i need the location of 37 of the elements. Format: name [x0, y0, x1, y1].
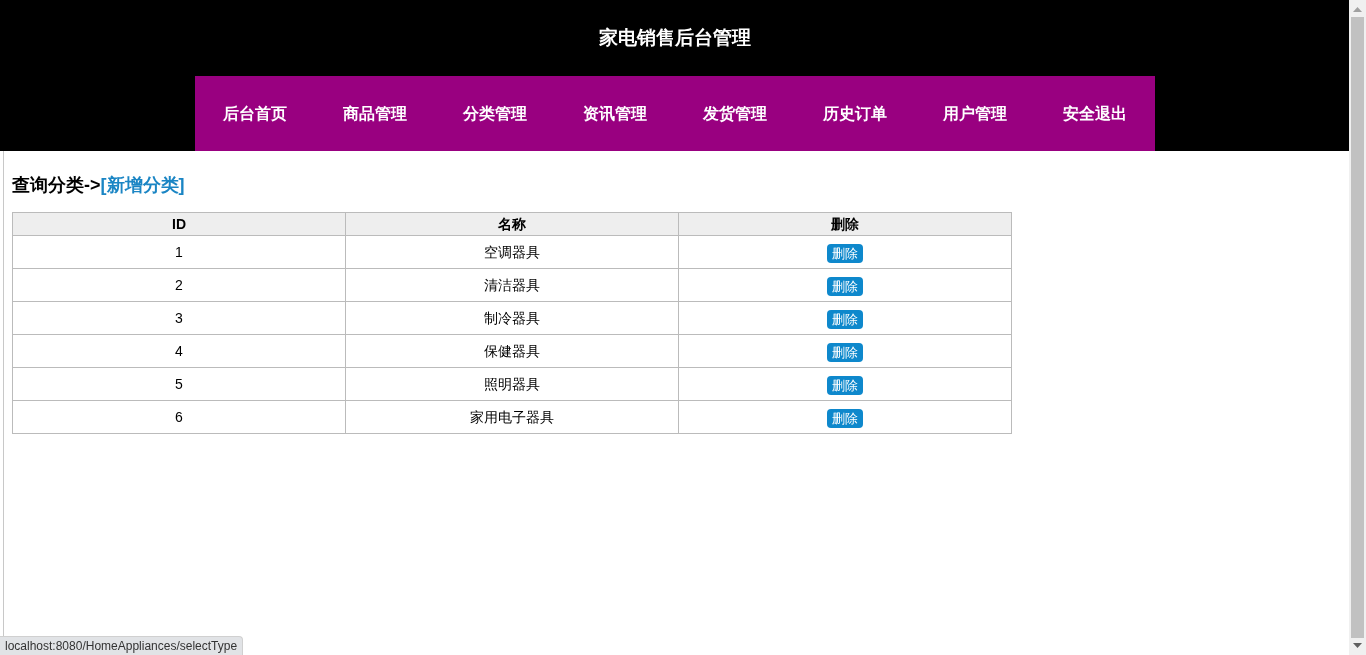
column-header: 名称 — [345, 212, 679, 236]
nav-link[interactable]: 安全退出 — [1034, 76, 1155, 151]
scroll-up-icon[interactable] — [1353, 7, 1362, 12]
status-url: localhost:8080/HomeAppliances/selectType — [0, 636, 244, 655]
nav-link[interactable]: 用户管理 — [914, 76, 1035, 151]
table-cell: 3 — [12, 301, 346, 335]
table-cell: 1 — [12, 235, 346, 269]
table-cell: 清洁器具 — [345, 268, 679, 302]
column-header: 删除 — [678, 212, 1012, 236]
delete-button[interactable]: 删除 — [827, 309, 863, 329]
delete-button[interactable]: 删除 — [827, 276, 863, 296]
table-cell: 照明器具 — [345, 367, 679, 401]
table-cell: 家用电子器具 — [345, 400, 679, 434]
nav-link[interactable]: 商品管理 — [314, 76, 435, 151]
scrollbar-thumb[interactable] — [1351, 17, 1364, 638]
nav-link[interactable]: 发货管理 — [674, 76, 795, 151]
nav-link[interactable]: 历史订单 — [794, 76, 915, 151]
delete-button[interactable]: 删除 — [827, 342, 863, 362]
site-title: 家电销售后台管理 — [598, 25, 751, 50]
delete-button[interactable]: 删除 — [827, 243, 863, 263]
table-cell: 制冷器具 — [345, 301, 679, 335]
table-cell: 2 — [12, 268, 346, 302]
table-cell: 6 — [12, 400, 346, 434]
nav-link[interactable]: 资讯管理 — [554, 76, 675, 151]
scroll-down-icon[interactable] — [1353, 643, 1362, 648]
nav-link[interactable]: 分类管理 — [434, 76, 555, 151]
table-cell: 空调器具 — [345, 235, 679, 269]
nav-link[interactable]: 后台首页 — [194, 76, 315, 151]
table-cell: 5 — [12, 367, 346, 401]
table-cell: 保健器具 — [345, 334, 679, 368]
table-cell: 4 — [12, 334, 346, 368]
delete-button[interactable]: 删除 — [827, 408, 863, 428]
page-heading: 查询分类-> — [12, 173, 101, 197]
column-header: ID — [12, 212, 346, 236]
add-category-link[interactable]: [新增分类] — [100, 171, 185, 199]
delete-button[interactable]: 删除 — [827, 375, 863, 395]
scrollbar[interactable] — [1349, 0, 1366, 655]
